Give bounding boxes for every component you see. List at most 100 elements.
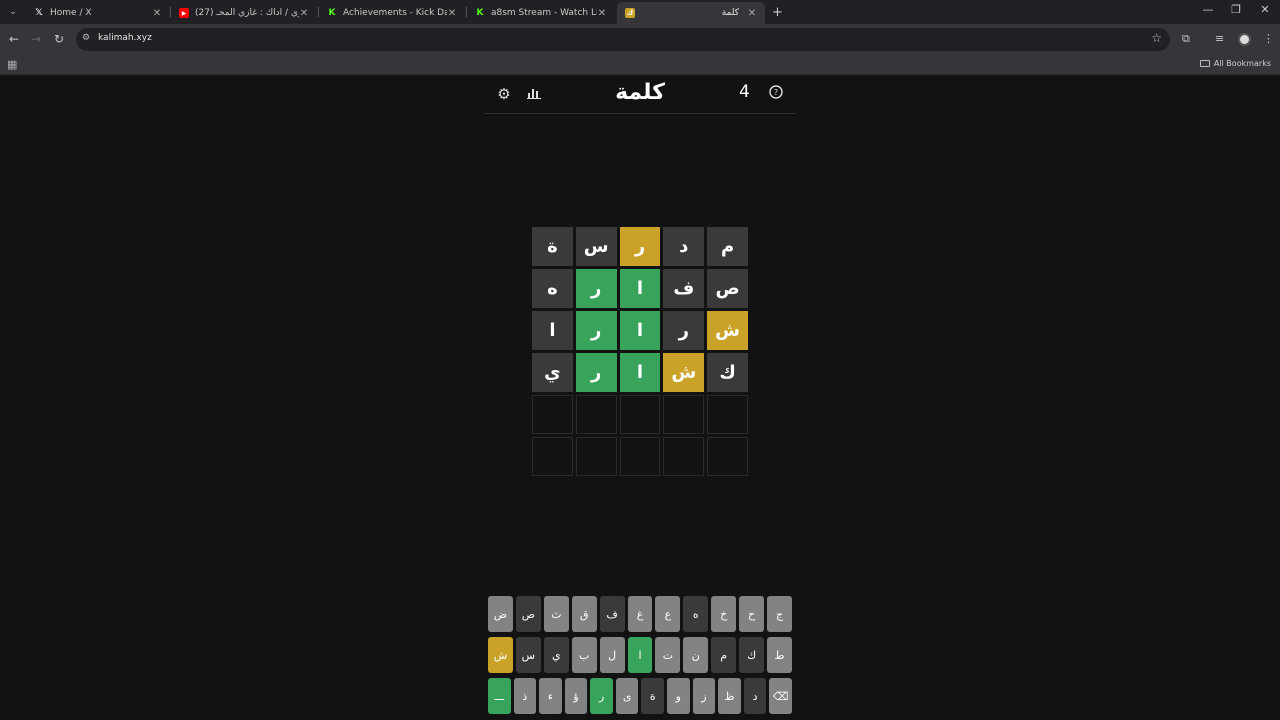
keyboard-key[interactable]: ظ — [718, 678, 741, 714]
window-close-icon[interactable]: ✕ — [1255, 3, 1275, 16]
close-icon[interactable]: ✕ — [299, 8, 309, 19]
board-tile: د — [663, 227, 705, 266]
keyboard-key[interactable]: ء — [539, 678, 562, 714]
reload-icon[interactable]: ↻ — [51, 32, 67, 46]
keyboard-key[interactable]: ذ — [513, 678, 537, 714]
board-tile: ر — [575, 353, 617, 392]
keyboard-key[interactable]: ك — [739, 637, 765, 673]
minimize-icon[interactable]: — — [1198, 3, 1218, 16]
keyboard-key[interactable]: ـــ — [488, 678, 511, 714]
tab-kick-stream[interactable]: K a8sm Stream - Watch Live on K ✕ — [467, 2, 615, 24]
board-tile: ر — [575, 311, 617, 350]
board-tile — [575, 395, 617, 434]
close-icon[interactable]: ✕ — [447, 8, 457, 19]
keyboard-key[interactable]: ف — [599, 596, 625, 632]
on-screen-keyboard: ض ص ث ق ف غ ع ه خ ح ج ش س ي ب ل ا ت ن م ك ط ـــ ذ ء ؤ ر ى ة و ز ظ د ⌫ — [488, 596, 792, 719]
board-tile — [663, 395, 705, 434]
help-icon[interactable]: ? — [766, 85, 786, 103]
board-tile: ص — [707, 269, 748, 308]
url-text[interactable]: kalimah.xyz — [98, 33, 152, 43]
keyboard-key[interactable]: ه — [683, 596, 709, 632]
board-tile: س — [575, 227, 617, 266]
keyboard-row: ضصثقفغعهخحج — [488, 596, 792, 632]
keyboard-key[interactable]: ق — [571, 596, 597, 632]
back-icon[interactable]: ← — [6, 32, 22, 46]
keyboard-key[interactable]: ث — [543, 596, 569, 632]
x-logo-icon: 𝕏 — [35, 8, 43, 18]
keyboard-key[interactable]: ي — [543, 637, 569, 673]
keyboard-key[interactable]: د — [743, 678, 767, 714]
keyboard-key[interactable]: ب — [571, 637, 597, 673]
board-tile: ش — [707, 311, 748, 350]
apps-grid-icon[interactable]: ▦ — [7, 58, 17, 71]
board-tile: ك — [707, 353, 748, 392]
site-info-icon[interactable]: ⚙ — [82, 33, 90, 43]
keyboard-key[interactable]: ت — [655, 637, 681, 673]
board-tile — [532, 437, 573, 476]
tab-youtube[interactable]: ▶ (27) سرق فكري / اداك : غازي المحـ ✕ — [171, 2, 317, 24]
keyboard-key[interactable]: ع — [655, 596, 681, 632]
keyboard-key[interactable]: خ — [711, 596, 737, 632]
keyboard-key[interactable]: ة — [641, 678, 665, 714]
tab-bar: ⌄ 𝕏 Home / X ✕ ▶ (27) سرق فكري / اداك : … — [0, 0, 1280, 24]
game-board: ةسردمهرافصارارشيراشك — [532, 227, 748, 479]
close-icon[interactable]: ✕ — [747, 8, 757, 19]
profile-avatar[interactable] — [1238, 33, 1251, 46]
extensions-icon[interactable]: ⧉ — [1182, 32, 1190, 46]
bookmark-star-icon[interactable]: ☆ — [1151, 31, 1162, 45]
board-tile: ا — [619, 269, 661, 308]
board-tile — [619, 437, 661, 476]
board-row — [532, 437, 748, 476]
board-tile: ة — [532, 227, 573, 266]
close-icon[interactable]: ✕ — [152, 8, 162, 19]
board-tile: م — [707, 227, 748, 266]
folder-icon — [1199, 60, 1210, 67]
keyboard-key[interactable]: و — [667, 678, 690, 714]
menu-icon[interactable]: ⋮ — [1263, 32, 1274, 45]
all-bookmarks-button[interactable]: All Bookmarks — [1199, 59, 1271, 68]
board-tile: ر — [619, 227, 661, 266]
keyboard-row: شسيبلاتنمكط — [488, 637, 792, 673]
restore-icon[interactable]: ❐ — [1226, 3, 1246, 16]
keyboard-key[interactable]: ؤ — [564, 678, 588, 714]
keyboard-key[interactable]: ى — [615, 678, 639, 714]
media-icon[interactable]: ≡ — [1215, 32, 1224, 45]
keyboard-key[interactable]: ن — [683, 637, 709, 673]
tab-search-icon[interactable]: ⌄ — [6, 5, 20, 19]
board-tile — [663, 437, 705, 476]
keyboard-key[interactable]: ح — [739, 596, 765, 632]
board-tile: ا — [532, 311, 573, 350]
backspace-key[interactable]: ⌫ — [769, 678, 792, 714]
game-page: ⚙ كلمة 4 ? ةسردمهرافصارارشيراشك ضصثقفغعه… — [0, 76, 1280, 720]
keyboard-key[interactable]: ر — [590, 678, 613, 714]
close-icon[interactable]: ✕ — [597, 8, 607, 19]
keyboard-key[interactable]: س — [515, 637, 541, 673]
keyboard-key[interactable]: ط — [767, 637, 792, 673]
keyboard-key[interactable]: ا — [627, 637, 653, 673]
streak-counter: 4 — [739, 82, 750, 102]
keyboard-key[interactable]: ج — [767, 596, 792, 632]
game-header: ⚙ كلمة 4 ? — [484, 76, 796, 114]
kick-icon: K — [476, 8, 484, 18]
tab-kalimah[interactable]: ك كلمة ✕ — [617, 2, 765, 24]
keyboard-key[interactable]: ض — [488, 596, 513, 632]
address-bar[interactable]: ⚙ kalimah.xyz ☆ — [76, 28, 1170, 51]
tab-x-home[interactable]: 𝕏 Home / X ✕ — [26, 2, 170, 24]
board-tile — [532, 395, 573, 434]
youtube-icon: ▶ — [179, 8, 189, 18]
forward-icon[interactable]: → — [28, 32, 44, 46]
board-tile: ش — [663, 353, 705, 392]
board-row: ةسردم — [532, 227, 748, 266]
board-tile: ه — [532, 269, 573, 308]
keyboard-key[interactable]: غ — [627, 596, 653, 632]
keyboard-key[interactable]: ص — [515, 596, 541, 632]
keyboard-key[interactable]: ش — [488, 637, 513, 673]
keyboard-key[interactable]: ل — [599, 637, 625, 673]
bookmarks-bar: ▦ All Bookmarks — [0, 55, 1280, 75]
board-row: ارارش — [532, 311, 748, 350]
keyboard-key[interactable]: م — [711, 637, 737, 673]
kalimah-favicon-icon: ك — [625, 8, 635, 18]
keyboard-key[interactable]: ز — [692, 678, 716, 714]
tab-kick-achievements[interactable]: K Achievements - Kick Dashboard ✕ — [319, 2, 465, 24]
new-tab-icon[interactable]: + — [772, 5, 783, 20]
